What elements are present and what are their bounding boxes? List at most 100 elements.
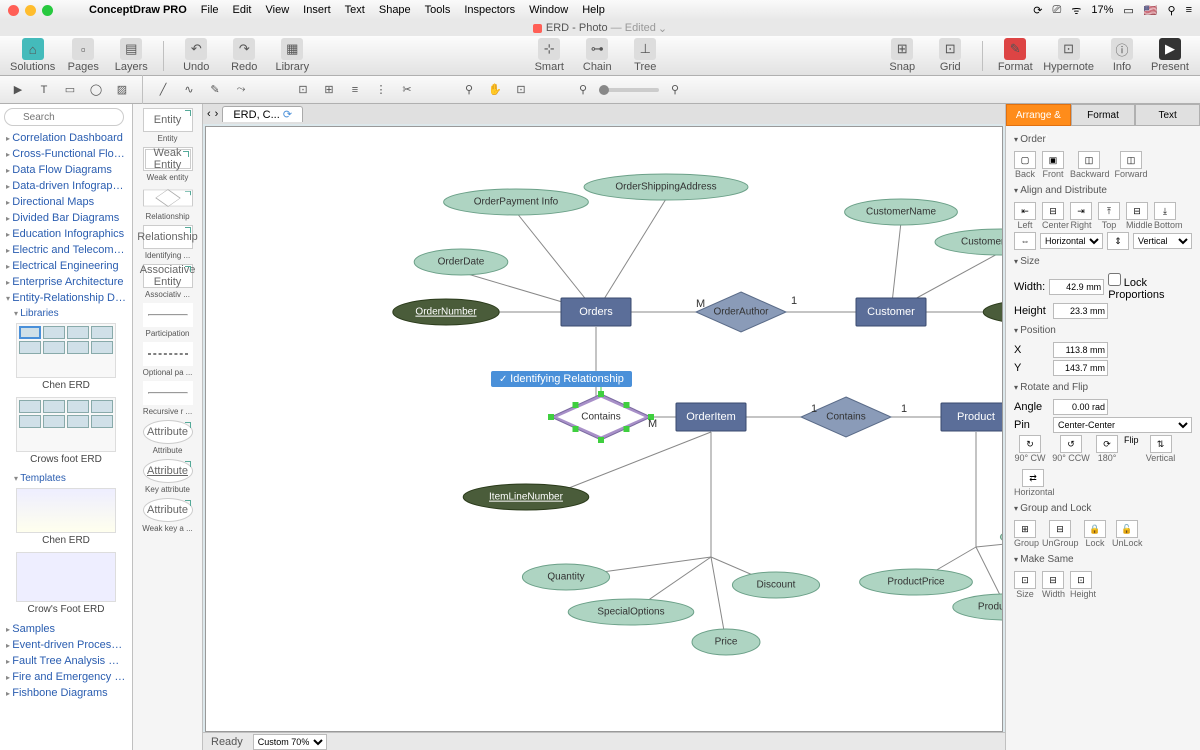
flip-h[interactable]: ⇄: [1022, 469, 1044, 487]
x-input[interactable]: [1053, 342, 1108, 358]
group-header[interactable]: Group and Lock: [1014, 499, 1192, 518]
tree-item[interactable]: Fault Tree Analysis Diagrams: [0, 653, 132, 669]
backward-button[interactable]: ◫: [1078, 151, 1100, 169]
library-button[interactable]: ▦Library: [272, 38, 312, 73]
dist-v[interactable]: Vertical: [1133, 233, 1192, 249]
align-left[interactable]: ⇤: [1014, 202, 1036, 220]
rot-cw[interactable]: ↻: [1019, 435, 1041, 453]
dist-h[interactable]: Horizontal: [1040, 233, 1103, 249]
actual-size-tool[interactable]: ⊡: [511, 80, 531, 100]
text-tool[interactable]: T: [34, 80, 54, 100]
lib-thumb[interactable]: [16, 397, 116, 452]
redo-button[interactable]: ↷Redo: [224, 38, 264, 73]
rot-180[interactable]: ⟳: [1096, 435, 1118, 453]
stencil-weak-key[interactable]: AttributeWeak key a ...: [140, 498, 196, 533]
front-button[interactable]: ▣: [1042, 151, 1064, 169]
lock-btn[interactable]: 🔒: [1084, 520, 1106, 538]
order-header[interactable]: Order: [1014, 130, 1192, 149]
align-right[interactable]: ⇥: [1070, 202, 1092, 220]
align-middle[interactable]: ⊟: [1126, 202, 1148, 220]
tree-item[interactable]: Education Infographics: [0, 226, 132, 242]
tree-item[interactable]: Data-driven Infographics: [0, 178, 132, 194]
stencil-weak-entity[interactable]: Weak EntityWeak entity: [140, 147, 196, 182]
stencil-id-relationship[interactable]: RelationshipIdentifying ...: [140, 225, 196, 260]
size-header[interactable]: Size: [1014, 252, 1192, 271]
tree-sub-libraries[interactable]: Libraries: [0, 306, 132, 321]
window-controls[interactable]: [8, 5, 53, 16]
menu-help[interactable]: Help: [582, 4, 605, 16]
rect-tool[interactable]: ▭: [60, 80, 80, 100]
same-size[interactable]: ⊡: [1014, 571, 1036, 589]
menu-window[interactable]: Window: [529, 4, 568, 16]
rotate-header[interactable]: Rotate and Flip: [1014, 378, 1192, 397]
align-header[interactable]: Align and Distribute: [1014, 181, 1192, 200]
zoom-tool[interactable]: ⚲: [459, 80, 479, 100]
tab-arrange[interactable]: Arrange & Size: [1006, 104, 1071, 126]
ellipse-tool[interactable]: ◯: [86, 80, 106, 100]
menu-shape[interactable]: Shape: [379, 4, 411, 16]
stencil-assoc-entity[interactable]: Associative EntityAssociativ ...: [140, 264, 196, 299]
tab-format[interactable]: Format: [1071, 104, 1136, 126]
tree-item[interactable]: Correlation Dashboard: [0, 130, 132, 146]
format-button[interactable]: ✎Format: [995, 38, 1035, 73]
y-input[interactable]: [1053, 360, 1108, 376]
tree-item[interactable]: Divided Bar Diagrams: [0, 210, 132, 226]
cut-tool[interactable]: ✂: [397, 80, 417, 100]
menu-edit[interactable]: Edit: [233, 4, 252, 16]
tree-item[interactable]: Enterprise Architecture: [0, 274, 132, 290]
menu-inspectors[interactable]: Inspectors: [464, 4, 515, 16]
stencil-optional[interactable]: Optional pa ...: [140, 342, 196, 377]
wifi-icon[interactable]: ᯤ: [1071, 3, 1081, 18]
tree-item[interactable]: Samples: [0, 621, 132, 637]
display-icon[interactable]: ⎚: [1053, 4, 1062, 17]
canvas[interactable]: OrdersCustomerOrderItemProductOrderAutho…: [205, 126, 1003, 732]
hand-tool[interactable]: ✋: [485, 80, 505, 100]
tree-item[interactable]: Electric and Telecom Plans: [0, 242, 132, 258]
menu-text[interactable]: Text: [345, 4, 365, 16]
lock-prop[interactable]: [1108, 273, 1121, 286]
tree-item[interactable]: Cross-Functional Flowcharts: [0, 146, 132, 162]
ungroup-btn[interactable]: ⊟: [1049, 520, 1071, 538]
stencil-key-attr[interactable]: AttributeKey attribute: [140, 459, 196, 494]
rot-ccw[interactable]: ↺: [1060, 435, 1082, 453]
tree-item-erd[interactable]: Entity-Relationship Diagram: [0, 290, 132, 306]
group-btn[interactable]: ⊞: [1014, 520, 1036, 538]
back-button[interactable]: ▢: [1014, 151, 1036, 169]
group-tool[interactable]: ⊞: [319, 80, 339, 100]
unlock-btn[interactable]: 🔓: [1116, 520, 1138, 538]
stencil-relationship[interactable]: Relationship: [140, 186, 196, 221]
tmpl-thumb[interactable]: [16, 552, 116, 602]
lib-thumb[interactable]: [16, 323, 116, 378]
tree-item[interactable]: Fire and Emergency Plans: [0, 669, 132, 685]
zoom-slider[interactable]: [599, 88, 659, 92]
tree-item[interactable]: Data Flow Diagrams: [0, 162, 132, 178]
pin-select[interactable]: Center-Center: [1053, 417, 1192, 433]
forward-button[interactable]: ◫: [1120, 151, 1142, 169]
align-top[interactable]: ⤒: [1098, 202, 1120, 220]
snap-button[interactable]: ⊞Snap: [882, 38, 922, 73]
flag-icon[interactable]: 🇺🇸: [1144, 4, 1158, 17]
spotlight-icon[interactable]: ⚲: [1168, 4, 1176, 17]
make-header[interactable]: Make Same: [1014, 550, 1192, 569]
flip-v[interactable]: ⇅: [1150, 435, 1172, 453]
menu-view[interactable]: View: [266, 4, 290, 16]
hypernote-button[interactable]: ⊡Hypernote: [1043, 38, 1094, 73]
present-button[interactable]: ▶Present: [1150, 38, 1190, 73]
menu-file[interactable]: File: [201, 4, 219, 16]
sync-icon[interactable]: ⟳: [1033, 4, 1042, 17]
stencil-participation[interactable]: Participation: [140, 303, 196, 338]
search-input[interactable]: [4, 108, 124, 126]
pointer-tool[interactable]: ▶: [8, 80, 28, 100]
zoom-select[interactable]: Custom 70%: [253, 734, 327, 750]
stencil-entity[interactable]: EntityEntity: [140, 108, 196, 143]
align-tool[interactable]: ≡: [345, 80, 365, 100]
chain-button[interactable]: ⊶Chain: [577, 38, 617, 73]
tree-item[interactable]: Electrical Engineering: [0, 258, 132, 274]
document-tab[interactable]: ERD, C... ⟳: [222, 106, 303, 122]
tree-button[interactable]: ⊥Tree: [625, 38, 665, 73]
same-width[interactable]: ⊟: [1042, 571, 1064, 589]
menu-insert[interactable]: Insert: [303, 4, 331, 16]
height-input[interactable]: [1053, 303, 1108, 319]
tab-text[interactable]: Text: [1135, 104, 1200, 126]
align-center[interactable]: ⊟: [1042, 202, 1064, 220]
